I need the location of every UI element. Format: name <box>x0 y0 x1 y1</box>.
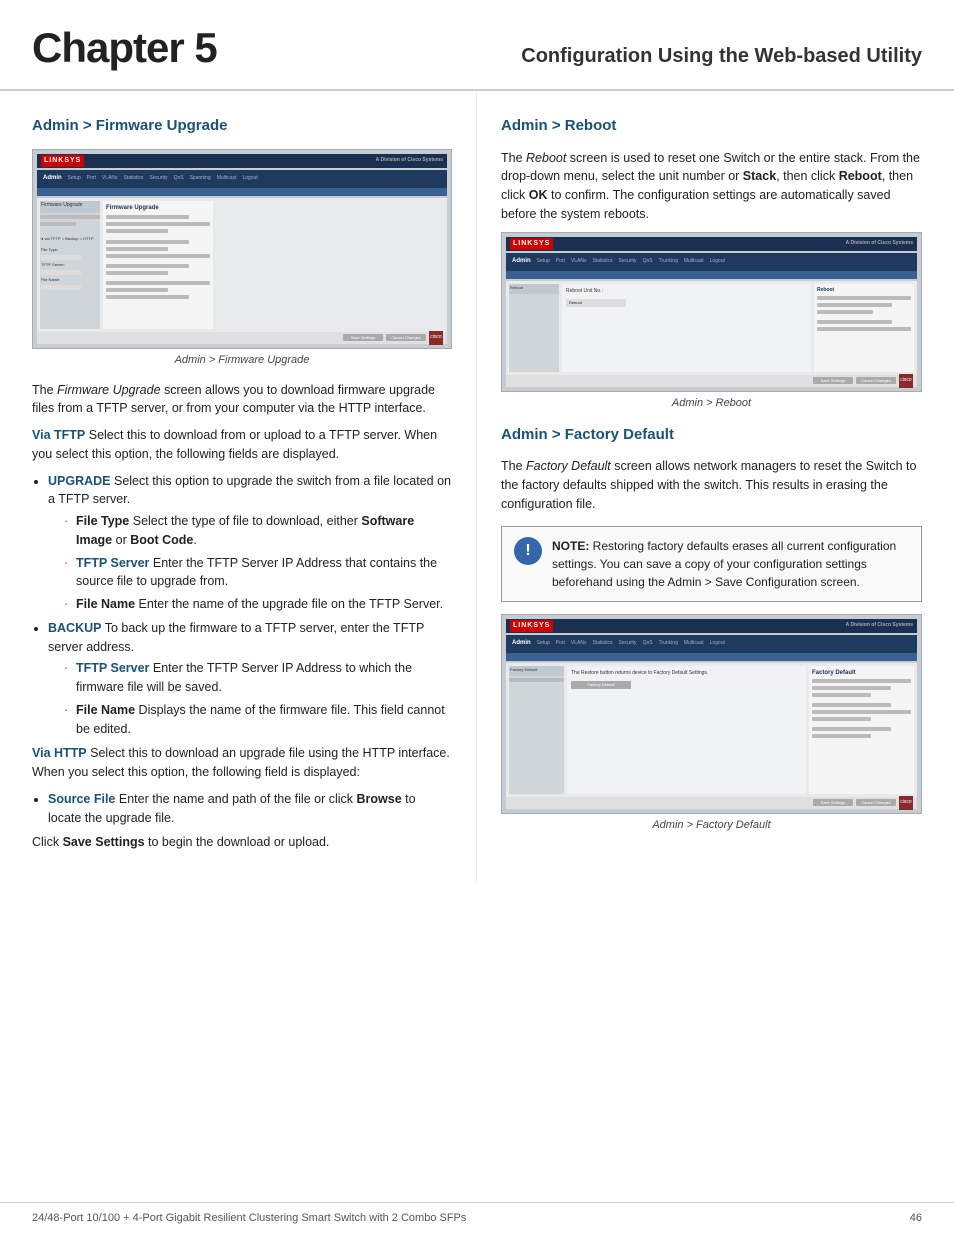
reboot-section: Admin > Reboot The Reboot screen is used… <box>501 115 922 412</box>
reboot-heading: Admin > Reboot <box>501 115 922 139</box>
factory-default-screenshot-caption: Admin > Factory Default <box>501 818 922 834</box>
note-icon: ! <box>514 537 542 565</box>
file-name-item2: File Name Displays the name of the firmw… <box>64 701 452 739</box>
note-text: NOTE: Restoring factory defaults erases … <box>552 537 909 591</box>
file-type-item: File Type Select the type of file to dow… <box>64 512 452 550</box>
backup-subbullets: TFTP Server Enter the TFTP Server IP Add… <box>64 659 452 738</box>
footer-right: 46 <box>910 1211 922 1227</box>
factory-default-intro: The Factory Default screen allows networ… <box>501 457 922 513</box>
file-name-item1: File Name Enter the name of the upgrade … <box>64 595 452 614</box>
tftp-server-item2: TFTP Server Enter the TFTP Server IP Add… <box>64 659 452 697</box>
factory-default-section: Admin > Factory Default The Factory Defa… <box>501 424 922 834</box>
factory-default-heading: Admin > Factory Default <box>501 424 922 448</box>
upgrade-bullet: UPGRADE Select this option to upgrade th… <box>48 472 452 614</box>
firmware-bullets: UPGRADE Select this option to upgrade th… <box>48 472 452 739</box>
right-column: Admin > Reboot The Reboot screen is used… <box>477 91 954 884</box>
chapter-title: Chapter 5 <box>32 18 217 79</box>
left-column: Admin > Firmware Upgrade LINKSYS A Divis… <box>0 91 477 884</box>
note-box: ! NOTE: Restoring factory defaults erase… <box>501 526 922 602</box>
firmware-screenshot-caption: Admin > Firmware Upgrade <box>32 353 452 369</box>
http-bullets: Source File Enter the name and path of t… <box>48 790 452 828</box>
page-wrapper: Chapter 5 Configuration Using the Web-ba… <box>0 0 954 1235</box>
firmware-intro: The Firmware Upgrade screen allows you t… <box>32 381 452 419</box>
page-content: Admin > Firmware Upgrade LINKSYS A Divis… <box>0 91 954 884</box>
tftp-server-item1: TFTP Server Enter the TFTP Server IP Add… <box>64 554 452 592</box>
via-http-text: Via HTTP Select this to download an upgr… <box>32 744 452 782</box>
reboot-screenshot-caption: Admin > Reboot <box>501 396 922 412</box>
factory-default-screenshot: LINKSYS A Division of Cisco Systems Admi… <box>501 614 922 814</box>
backup-bullet: BACKUP To back up the firmware to a TFTP… <box>48 619 452 739</box>
firmware-upgrade-heading: Admin > Firmware Upgrade <box>32 115 452 139</box>
firmware-upgrade-section: Admin > Firmware Upgrade LINKSYS A Divis… <box>32 115 452 852</box>
footer-left: 24/48-Port 10/100 + 4-Port Gigabit Resil… <box>32 1211 466 1227</box>
chapter-subtitle: Configuration Using the Web-based Utilit… <box>521 42 922 71</box>
upgrade-subbullets: File Type Select the type of file to dow… <box>64 512 452 614</box>
reboot-screenshot: LINKSYS A Division of Cisco Systems Admi… <box>501 232 922 392</box>
firmware-upgrade-screenshot: LINKSYS A Division of Cisco Systems Admi… <box>32 149 452 349</box>
page-header: Chapter 5 Configuration Using the Web-ba… <box>0 0 954 91</box>
reboot-intro: The Reboot screen is used to reset one S… <box>501 149 922 224</box>
save-settings-text: Click Save Settings to begin the downloa… <box>32 833 452 852</box>
via-tftp-text: Via TFTP Select this to download from or… <box>32 426 452 464</box>
source-file-bullet: Source File Enter the name and path of t… <box>48 790 452 828</box>
page-footer: 24/48-Port 10/100 + 4-Port Gigabit Resil… <box>0 1202 954 1235</box>
